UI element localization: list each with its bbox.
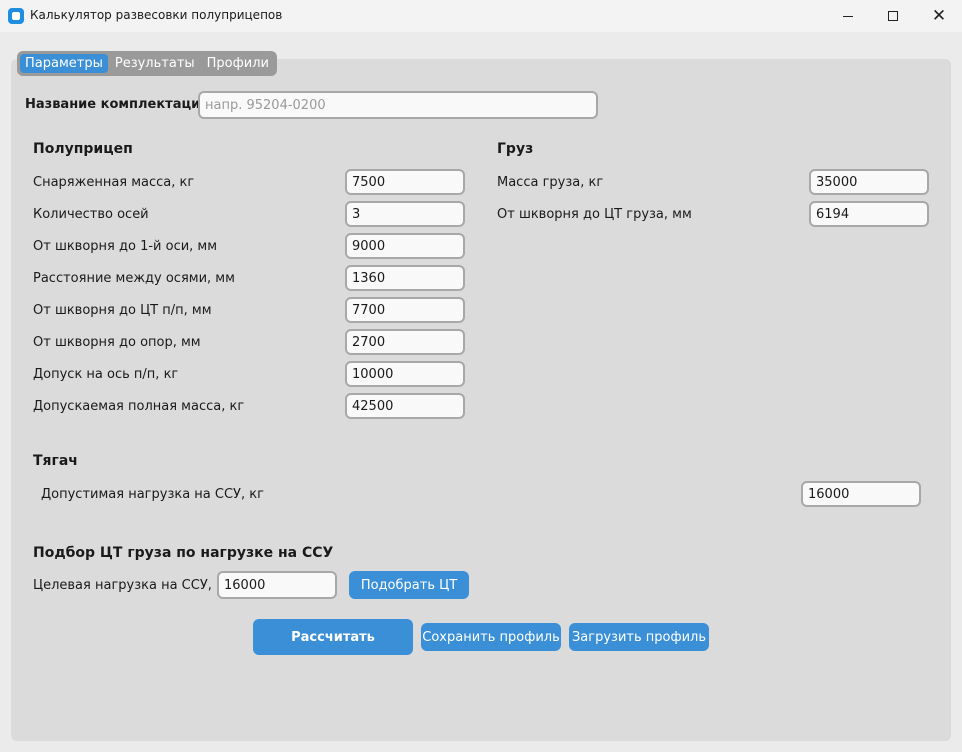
axle-count-label: Количество осей bbox=[33, 207, 149, 222]
kingpin-to-supports-input[interactable] bbox=[345, 329, 465, 355]
kingpin-to-first-axle-label: От шкворня до 1-й оси, мм bbox=[33, 239, 218, 254]
fifth-wheel-load-input[interactable] bbox=[801, 481, 921, 507]
load-profile-button[interactable]: Загрузить профиль bbox=[569, 623, 709, 651]
gross-mass-limit-input[interactable] bbox=[345, 393, 465, 419]
semitrailer-heading: Полуприцеп bbox=[33, 141, 133, 157]
axle-spacing-input[interactable] bbox=[345, 265, 465, 291]
tractor-heading: Тягач bbox=[33, 453, 78, 469]
maximize-button[interactable] bbox=[870, 0, 916, 32]
calculate-button[interactable]: Рассчитать bbox=[253, 619, 413, 655]
find-cg-button[interactable]: Подобрать ЦТ bbox=[349, 571, 469, 599]
window-title: Калькулятор развесовки полуприцепов bbox=[30, 8, 283, 22]
cargo-heading: Груз bbox=[497, 141, 534, 157]
config-name-label: Название комплектации: bbox=[25, 97, 215, 112]
gross-mass-limit-label: Допускаемая полная масса, кг bbox=[33, 399, 245, 414]
kingpin-to-cargo-cg-label: От шкворня до ЦТ груза, мм bbox=[497, 207, 692, 222]
target-load-input[interactable] bbox=[217, 571, 337, 599]
tab-profiles[interactable]: Профили bbox=[202, 54, 274, 73]
target-load-label: Целевая нагрузка на ССУ, кг: bbox=[33, 578, 236, 593]
tab-results[interactable]: Результаты bbox=[110, 54, 200, 73]
kingpin-to-trailer-cg-label: От шкворня до ЦТ п/п, мм bbox=[33, 303, 212, 318]
trailer-axle-limit-label: Допуск на ось п/п, кг bbox=[33, 367, 179, 382]
trailer-axle-limit-input[interactable] bbox=[345, 361, 465, 387]
minimize-button[interactable] bbox=[825, 0, 871, 32]
curb-weight-input[interactable] bbox=[345, 169, 465, 195]
tab-parameters[interactable]: Параметры bbox=[20, 54, 108, 73]
cg-selection-heading: Подбор ЦТ груза по нагрузке на ССУ bbox=[33, 545, 334, 561]
axle-spacing-label: Расстояние между осями, мм bbox=[33, 271, 235, 286]
close-button[interactable]: ✕ bbox=[916, 0, 962, 32]
axle-count-input[interactable] bbox=[345, 201, 465, 227]
fifth-wheel-load-label: Допустимая нагрузка на ССУ, кг bbox=[41, 487, 264, 502]
kingpin-to-cargo-cg-input[interactable] bbox=[809, 201, 929, 227]
config-name-input[interactable] bbox=[198, 91, 598, 119]
maximize-icon bbox=[888, 11, 898, 21]
curb-weight-label: Снаряженная масса, кг bbox=[33, 175, 195, 190]
app-icon bbox=[8, 8, 24, 24]
cargo-mass-label: Масса груза, кг bbox=[497, 175, 604, 190]
save-profile-button[interactable]: Сохранить профиль bbox=[421, 623, 561, 651]
close-icon: ✕ bbox=[931, 5, 947, 26]
tab-bar: Параметры Результаты Профили bbox=[17, 51, 277, 76]
kingpin-to-supports-label: От шкворня до опор, мм bbox=[33, 335, 201, 350]
title-bar: Калькулятор развесовки полуприцепов ✕ bbox=[0, 0, 962, 32]
minimize-icon bbox=[843, 15, 853, 17]
cargo-mass-input[interactable] bbox=[809, 169, 929, 195]
kingpin-to-trailer-cg-input[interactable] bbox=[345, 297, 465, 323]
kingpin-to-first-axle-input[interactable] bbox=[345, 233, 465, 259]
